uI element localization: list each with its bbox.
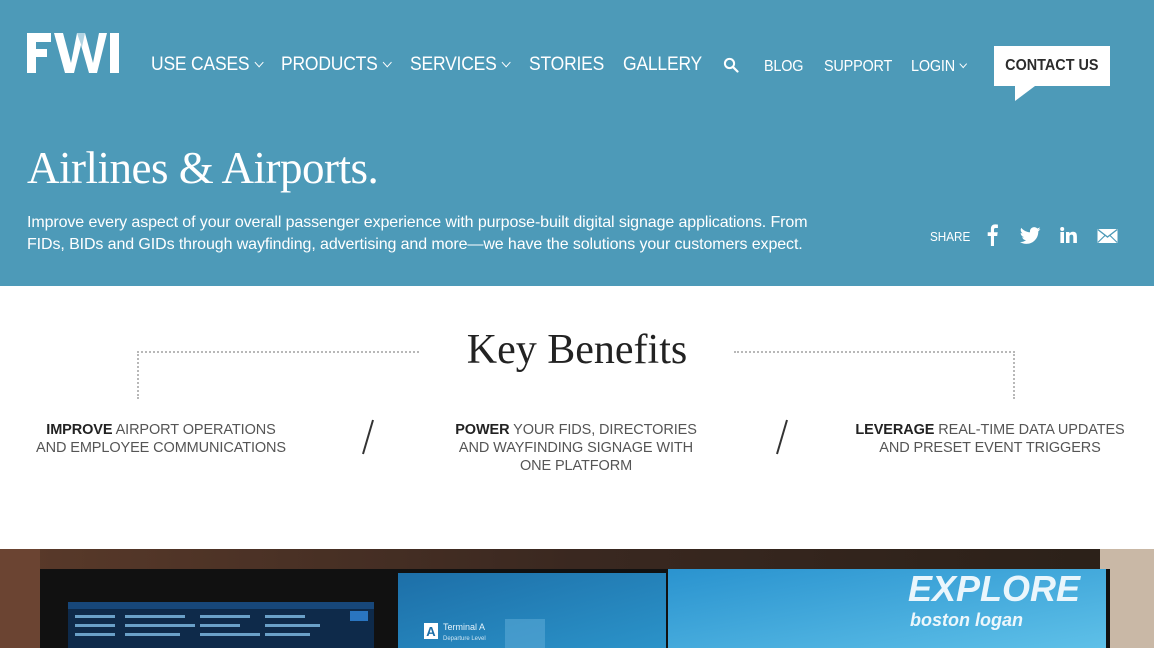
nav-label: SUPPORT <box>824 58 893 75</box>
nav-label: LOGIN <box>911 58 955 75</box>
benefit-item: LEVERAGE REAL-TIME DATA UPDATES AND PRES… <box>848 421 1132 457</box>
nav-use-cases[interactable]: USE CASES <box>151 53 264 77</box>
nav-login[interactable]: LOGIN <box>911 55 967 79</box>
fwi-logo[interactable] <box>27 33 119 73</box>
nav-label: SERVICES <box>410 54 497 75</box>
contact-us-label: CONTACT US <box>1005 57 1099 74</box>
photo-departure-label: Departure Level <box>443 636 486 642</box>
slash-divider <box>362 419 374 455</box>
nav-gallery[interactable]: GALLERY <box>623 53 702 77</box>
twitter-icon[interactable] <box>1020 224 1041 246</box>
chevron-down-icon <box>254 57 264 68</box>
linkedin-icon[interactable] <box>1060 224 1077 246</box>
chevron-down-icon <box>501 57 511 68</box>
facebook-icon[interactable] <box>985 224 999 246</box>
section-title: Key Benefits <box>466 327 688 373</box>
nav-stories[interactable]: STORIES <box>529 53 604 77</box>
slash-divider <box>776 419 788 455</box>
nav-products[interactable]: PRODUCTS <box>281 53 392 77</box>
nav-blog[interactable]: BLOG <box>764 55 803 79</box>
nav-label: GALLERY <box>623 54 703 75</box>
email-icon[interactable] <box>1097 224 1118 246</box>
page-title: Airlines & Airports. <box>27 143 379 193</box>
nav-label: PRODUCTS <box>281 54 378 75</box>
photo-terminal-label: Terminal A <box>443 622 485 632</box>
chevron-down-icon <box>382 57 392 68</box>
photo-terminal-letter: A <box>426 624 436 639</box>
photo-logan-text: boston logan <box>910 610 1023 630</box>
benefit-item: POWER YOUR FIDS, DIRECTORIES AND WAYFIND… <box>446 421 706 475</box>
nav-label: STORIES <box>529 54 605 75</box>
airport-signage-photo: A Terminal A Departure Level EXPLORE bos… <box>0 549 1154 648</box>
hero-header: USE CASES PRODUCTS SERVICES STORIES GALL… <box>0 0 1154 286</box>
nav-label: BLOG <box>764 58 804 75</box>
benefit-keyword: IMPROVE <box>46 422 113 438</box>
contact-us-button[interactable]: CONTACT US <box>994 46 1110 86</box>
nav-services[interactable]: SERVICES <box>410 53 511 77</box>
nav-support[interactable]: SUPPORT <box>824 55 892 79</box>
hero-description: Improve every aspect of your overall pas… <box>27 214 808 253</box>
nav-label: USE CASES <box>151 54 250 75</box>
photo-explore-text: EXPLORE <box>908 568 1081 609</box>
airport-photo-image: A Terminal A Departure Level EXPLORE bos… <box>0 549 1154 648</box>
search-icon[interactable] <box>723 57 739 73</box>
chevron-down-icon <box>959 59 967 69</box>
benefit-keyword: LEVERAGE <box>855 422 935 438</box>
share-label: SHARE <box>930 229 971 244</box>
benefit-item: IMPROVE AIRPORT OPERATIONS AND EMPLOYEE … <box>36 421 286 457</box>
benefit-keyword: POWER <box>455 422 510 438</box>
speech-bubble-tail <box>1015 86 1035 101</box>
